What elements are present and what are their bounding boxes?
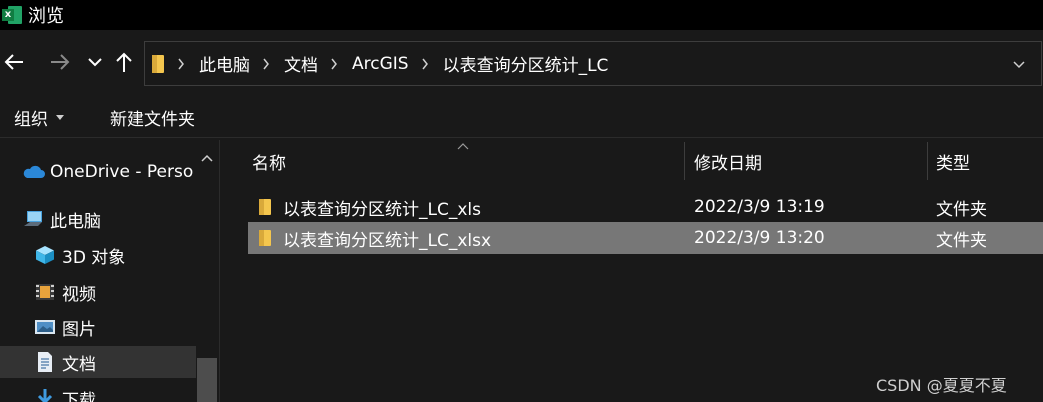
chevron-right-icon[interactable] <box>177 58 189 70</box>
column-header-name[interactable]: 名称 <box>252 140 286 182</box>
arrow-up-icon <box>116 52 132 72</box>
breadcrumb-item-this-pc[interactable]: 此电脑 <box>199 51 250 76</box>
chevron-right-icon[interactable] <box>262 58 274 70</box>
sidebar-item-label: 文档 <box>62 354 96 375</box>
breadcrumb-item-current-folder[interactable]: 以表查询分区统计_LC <box>443 51 609 76</box>
chevron-down-icon <box>1013 61 1025 69</box>
title-bar: x 浏览 <box>0 0 1043 30</box>
video-icon <box>34 281 56 303</box>
column-divider[interactable] <box>684 142 685 180</box>
sidebar-item-label: 3D 对象 <box>62 247 126 268</box>
scroll-up-icon[interactable] <box>200 148 214 162</box>
document-icon <box>34 351 56 373</box>
download-icon <box>34 387 56 402</box>
sidebar-item-label: 视频 <box>62 284 96 305</box>
file-type: 文件夹 <box>936 230 987 251</box>
navigation-pane: OneDrive - Perso 此电脑 3D 对象 视频 图片 文档 下载 <box>0 140 220 402</box>
folder-icon <box>259 230 271 246</box>
excel-app-icon: x <box>2 5 22 25</box>
scrollbar-thumb[interactable] <box>197 358 217 402</box>
cloud-icon <box>22 161 45 183</box>
table-row[interactable]: 以表查询分区统计_LC_xls 2022/3/9 13:19 文件夹 <box>248 191 1043 223</box>
file-type: 文件夹 <box>936 199 987 220</box>
sidebar-item-pictures[interactable]: 图片 <box>34 315 96 340</box>
breadcrumb: 此电脑 文档 ArcGIS 以表查询分区统计_LC <box>165 51 608 76</box>
table-row-selected[interactable]: 以表查询分区统计_LC_xlsx 2022/3/9 13:20 文件夹 <box>248 222 1043 254</box>
sidebar-item-onedrive[interactable]: OneDrive - Perso <box>22 160 198 184</box>
sidebar-item-label: OneDrive - Perso <box>50 162 194 182</box>
chevron-right-icon[interactable] <box>330 58 342 70</box>
new-folder-button[interactable]: 新建文件夹 <box>110 105 195 130</box>
window-title: 浏览 <box>28 6 64 27</box>
back-button[interactable] <box>2 50 26 74</box>
file-name: 以表查询分区统计_LC_xls <box>283 199 481 220</box>
breadcrumb-item-arcgis[interactable]: ArcGIS <box>352 54 409 74</box>
sidebar-item-downloads[interactable]: 下载 <box>34 386 96 402</box>
watermark: CSDN @夏夏不夏 <box>876 376 1007 395</box>
sidebar-item-label: 下载 <box>62 390 96 402</box>
sidebar-item-videos[interactable]: 视频 <box>34 280 96 305</box>
column-header-date-modified[interactable]: 修改日期 <box>694 140 762 182</box>
file-date: 2022/3/9 13:19 <box>694 197 825 217</box>
address-bar[interactable]: 此电脑 文档 ArcGIS 以表查询分区统计_LC <box>144 41 1042 86</box>
file-date: 2022/3/9 13:20 <box>694 228 825 248</box>
sidebar-item-label: 此电脑 <box>50 211 101 232</box>
file-list: 名称 修改日期 类型 以表查询分区统计_LC_xls 2022/3/9 13:1… <box>221 140 1043 402</box>
breadcrumb-item-documents[interactable]: 文档 <box>284 51 318 76</box>
chevron-right-icon[interactable] <box>421 58 433 70</box>
new-folder-label: 新建文件夹 <box>110 110 195 130</box>
sort-ascending-icon <box>457 143 469 150</box>
organize-button[interactable]: 组织 <box>14 105 66 130</box>
command-toolbar: 组织 新建文件夹 <box>0 98 1043 138</box>
arrow-left-icon <box>4 54 23 70</box>
caret-down-icon <box>56 113 66 123</box>
computer-icon <box>22 208 44 230</box>
navigation-bar: 此电脑 文档 ArcGIS 以表查询分区统计_LC <box>0 30 1043 98</box>
sidebar-item-documents[interactable]: 文档 <box>0 346 196 378</box>
column-divider[interactable] <box>927 142 928 180</box>
arrow-right-icon <box>51 54 70 70</box>
organize-label: 组织 <box>14 110 48 130</box>
chevron-down-icon <box>88 58 102 67</box>
cube-icon <box>34 244 56 266</box>
sidebar-item-label: 图片 <box>62 319 96 340</box>
file-name: 以表查询分区统计_LC_xlsx <box>283 230 492 251</box>
column-header-type[interactable]: 类型 <box>936 140 970 182</box>
folder-icon <box>151 53 165 75</box>
recent-locations-button[interactable] <box>83 50 107 74</box>
sidebar-item-3d-objects[interactable]: 3D 对象 <box>34 243 126 268</box>
folder-icon <box>259 199 271 215</box>
picture-icon <box>34 316 56 338</box>
sidebar-item-this-pc[interactable]: 此电脑 <box>22 207 101 232</box>
address-history-dropdown[interactable] <box>1011 56 1027 72</box>
forward-button[interactable] <box>48 50 72 74</box>
up-button[interactable] <box>112 50 136 74</box>
